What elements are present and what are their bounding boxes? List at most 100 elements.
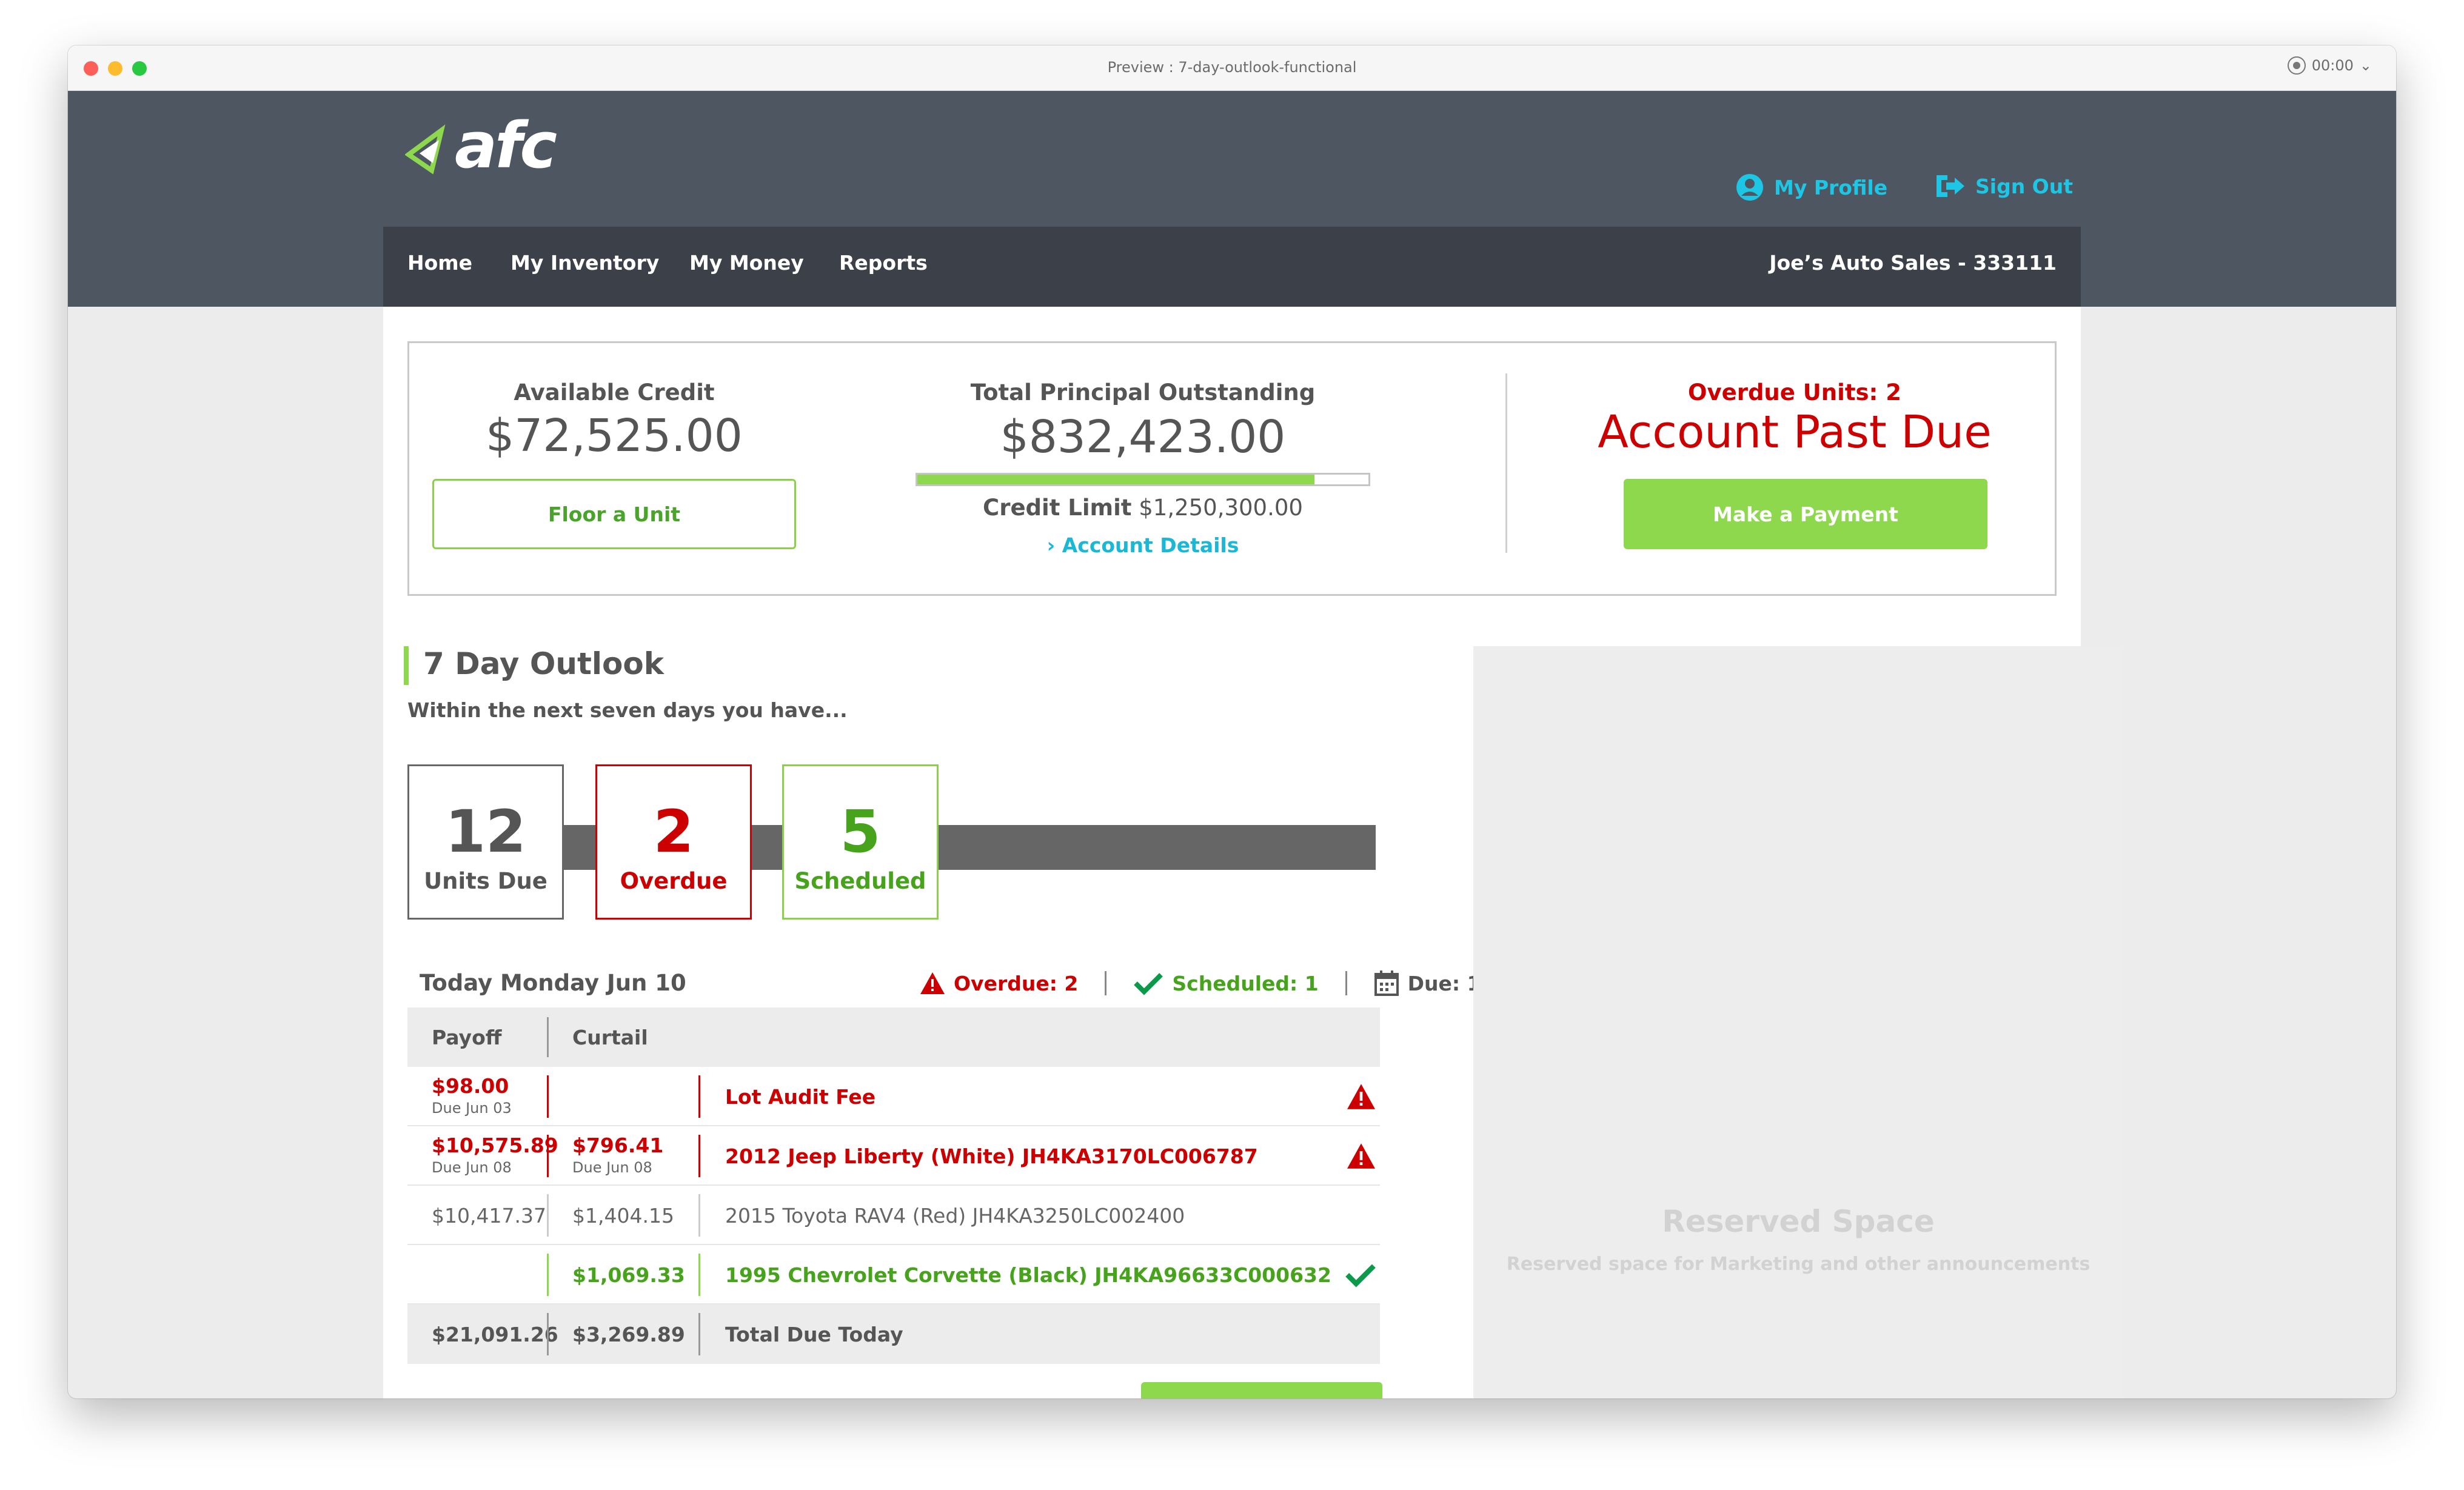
divider (698, 1313, 700, 1355)
window-title: Preview : 7-day-outlook-functional (1107, 59, 1357, 76)
sign-out-label: Sign Out (1975, 174, 2074, 198)
col-payoff: Payoff (432, 1026, 502, 1049)
credit-usage-bar (916, 473, 1370, 486)
account-details-label: Account Details (1062, 533, 1239, 557)
record-icon (2287, 56, 2306, 75)
browser-window: Preview : 7-day-outlook-functional 00:00… (68, 45, 2396, 1398)
reserved-text: Reserved space for Marketing and other a… (1506, 1254, 2091, 1275)
make-payment-button-bottom[interactable]: Make a Payment (1141, 1382, 1382, 1398)
row-description: 1995 Chevrolet Corvette (Black) JH4KA966… (725, 1263, 1331, 1287)
make-payment-button-top[interactable]: Make a Payment (1624, 479, 1987, 549)
outlook-title: 7 Day Outlook (423, 646, 664, 681)
scheduled-count-label: Scheduled: 1 (1172, 971, 1319, 995)
section-accent-bar (404, 646, 409, 685)
row-curtail: $1,069.33 (572, 1263, 685, 1287)
today-label: Today Monday Jun 10 (420, 970, 686, 996)
units-due-label: Units Due (424, 868, 547, 894)
table-row[interactable]: $98.00 Due Jun 03 Lot Audit Fee (407, 1067, 1380, 1126)
divider (698, 1194, 700, 1237)
my-profile-label: My Profile (1774, 175, 1888, 199)
sign-out-icon (1937, 175, 1964, 197)
due-count: Due: 1 (1374, 970, 1481, 997)
principal-label: Total Principal Outstanding (970, 379, 1316, 406)
total-curtail: $3,269.89 (572, 1323, 685, 1346)
table-row[interactable]: $10,575.89 Due Jun 08 $796.41 Due Jun 08… (407, 1126, 1380, 1186)
divider (547, 1254, 549, 1296)
divider (547, 1017, 549, 1057)
nav-my-money[interactable]: My Money (689, 251, 804, 275)
check-icon (1345, 1264, 1376, 1288)
total-label: Total Due Today (725, 1323, 903, 1346)
overdue-count-label: Overdue: 2 (954, 971, 1079, 995)
afc-logo[interactable]: afc (404, 109, 587, 182)
scheduled-value: 5 (840, 798, 881, 866)
divider (547, 1313, 549, 1355)
table-row[interactable]: $1,069.33 1995 Chevrolet Corvette (Black… (407, 1245, 1380, 1305)
row-curtail-due: Due Jun 08 (572, 1159, 652, 1176)
row-payoff: $10,417.37 (432, 1204, 546, 1228)
account-summary-panel: Available Credit $72,525.00 Floor a Unit… (407, 341, 2057, 596)
outlook-subtitle: Within the next seven days you have... (407, 698, 848, 722)
my-profile-link[interactable]: My Profile (1735, 173, 1887, 202)
reserved-space-panel: Reserved Space Reserved space for Market… (1473, 646, 2123, 1398)
stat-units-due[interactable]: 12 Units Due (407, 764, 564, 920)
divider (698, 1135, 700, 1177)
nav-home[interactable]: Home (407, 251, 472, 275)
overdue-count: Overdue: 2 (920, 971, 1078, 995)
col-curtail: Curtail (572, 1026, 648, 1049)
table-row[interactable]: $10,417.37 $1,404.15 2015 Toyota RAV4 (R… (407, 1186, 1380, 1245)
calendar-icon (1374, 971, 1399, 996)
row-curtail: $1,404.15 (572, 1204, 674, 1228)
row-payoff: $10,575.89 (432, 1134, 558, 1157)
units-due-value: 12 (445, 798, 526, 866)
row-payoff: $98.00 (432, 1074, 509, 1098)
credit-limit: Credit Limit $1,250,300.00 (916, 495, 1370, 521)
row-description: Lot Audit Fee (725, 1085, 876, 1109)
stat-overdue[interactable]: 2 Overdue (595, 764, 752, 920)
nav-my-inventory[interactable]: My Inventory (511, 251, 659, 275)
main-nav: Home My Inventory My Money Reports Joe’s… (383, 227, 2081, 307)
principal-value: $832,423.00 (1000, 411, 1286, 463)
row-description: 2012 Jeep Liberty (White) JH4KA3170LC006… (725, 1144, 1258, 1168)
total-payoff: $21,091.26 (432, 1323, 558, 1346)
divider (1105, 971, 1107, 995)
warning-icon (1347, 1143, 1375, 1169)
divider (547, 1135, 549, 1177)
dealer-name: Joe’s Auto Sales - 333111 (1769, 251, 2057, 275)
row-payoff-due: Due Jun 03 (432, 1100, 512, 1117)
scheduled-label: Scheduled (794, 868, 926, 894)
chevron-right-icon: › (1046, 533, 1056, 557)
recording-time: 00:00 (2311, 57, 2354, 74)
divider (698, 1254, 700, 1296)
row-description: 2015 Toyota RAV4 (Red) JH4KA3250LC002400 (725, 1204, 1185, 1228)
due-count-label: Due: 1 (1407, 971, 1481, 995)
site-header: afc My Profile Sign Out Home My Inventor… (68, 91, 2396, 307)
divider (1345, 971, 1347, 995)
overdue-value: 2 (653, 798, 694, 866)
overdue-units: Overdue Units: 2 (1688, 379, 1901, 406)
overdue-label: Overdue (620, 868, 728, 894)
divider (698, 1075, 700, 1118)
credit-limit-value: $1,250,300.00 (1139, 495, 1303, 521)
summary-divider (1505, 373, 1507, 553)
floor-unit-button[interactable]: Floor a Unit (432, 479, 796, 549)
check-icon (1134, 973, 1163, 995)
stat-scheduled[interactable]: 5 Scheduled (782, 764, 939, 920)
nav-reports[interactable]: Reports (839, 251, 928, 275)
recording-indicator[interactable]: 00:00 ⌄ (2287, 56, 2372, 75)
credit-limit-label: Credit Limit (983, 495, 1132, 521)
scheduled-count: Scheduled: 1 (1133, 971, 1319, 995)
account-past-due: Account Past Due (1598, 406, 1992, 458)
today-status-summary: Overdue: 2 Scheduled: 1 Due: 1 (920, 970, 1481, 997)
row-payoff-due: Due Jun 08 (432, 1159, 512, 1176)
window-titlebar: Preview : 7-day-outlook-functional 00:00… (68, 45, 2396, 91)
divider (547, 1194, 549, 1237)
table-total-row: $21,091.26 $3,269.89 Total Due Today (407, 1305, 1380, 1364)
warning-icon (1347, 1084, 1375, 1109)
account-details-link[interactable]: › Account Details (916, 533, 1370, 557)
divider (547, 1075, 549, 1118)
credit-usage-fill (917, 475, 1314, 484)
sign-out-link[interactable]: Sign Out (1934, 173, 2073, 199)
available-credit-value: $72,525.00 (486, 410, 743, 462)
main-content: Available Credit $72,525.00 Floor a Unit… (383, 307, 2123, 1398)
